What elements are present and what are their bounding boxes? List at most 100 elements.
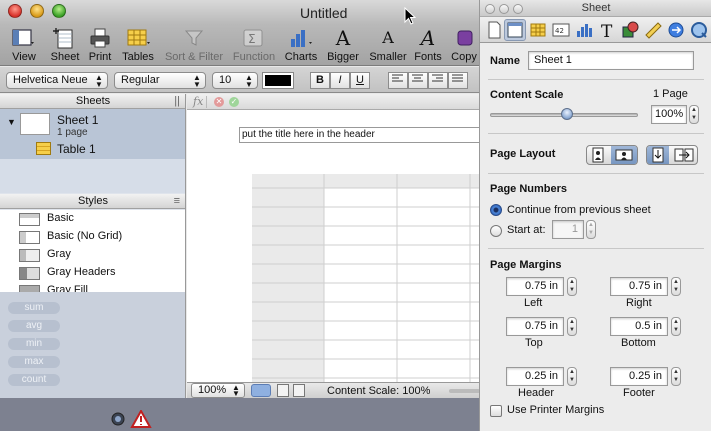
- function-button[interactable]: Σ Function: [230, 24, 278, 66]
- print-button[interactable]: Print: [86, 24, 114, 66]
- max-function[interactable]: max: [8, 356, 60, 368]
- landscape-orientation-button[interactable]: [611, 146, 637, 164]
- margin-right-field[interactable]: 0.75 in: [610, 277, 668, 296]
- margin-bottom-field[interactable]: 0.5 in: [610, 317, 668, 336]
- sheet-name-field[interactable]: Sheet 1: [528, 51, 694, 70]
- popup-arrows-icon: ▲ ▼: [95, 73, 103, 89]
- cell-format-icon: 42: [552, 23, 570, 37]
- margin-header-field[interactable]: 0.25 in: [506, 367, 564, 386]
- use-printer-margins-checkbox[interactable]: [490, 405, 502, 417]
- sheet-button[interactable]: Sheet: [48, 24, 82, 66]
- align-left-button[interactable]: [388, 72, 408, 89]
- bold-button[interactable]: B: [310, 72, 330, 89]
- tab-chart[interactable]: [573, 19, 595, 41]
- align-left-icon: [392, 74, 403, 82]
- font-family-popup[interactable]: Helvetica Neue ▲ ▼: [6, 72, 108, 89]
- tab-metrics[interactable]: [642, 19, 664, 41]
- bigger-button[interactable]: A Bigger: [324, 24, 362, 66]
- left-to-right-button[interactable]: [671, 146, 697, 164]
- tab-cells[interactable]: 42: [550, 19, 572, 41]
- style-item[interactable]: Basic (No Grid): [0, 228, 185, 246]
- align-right-button[interactable]: [428, 72, 448, 89]
- styles-menu-icon[interactable]: ≡: [174, 194, 180, 208]
- formula-bar[interactable]: fx ✕ ✓: [187, 94, 479, 110]
- tab-document[interactable]: [483, 19, 505, 41]
- accept-formula-icon[interactable]: ✓: [229, 97, 239, 107]
- view-button[interactable]: View: [6, 24, 42, 66]
- style-item[interactable]: Gray: [0, 246, 185, 264]
- top-to-bottom-button[interactable]: [647, 146, 669, 164]
- margin-right-stepper[interactable]: ▲ ▼: [671, 277, 681, 296]
- svg-text:T: T: [601, 22, 613, 41]
- content-scale-status: Content Scale: 100%: [327, 385, 431, 397]
- zoom-popup[interactable]: 100% ▲ ▼: [191, 383, 245, 398]
- sheet-item[interactable]: ▼ Sheet 1 1 page Table 1: [0, 109, 185, 159]
- margin-top-stepper[interactable]: ▲ ▼: [567, 317, 577, 336]
- content-scale-stepper[interactable]: ▲ ▼: [689, 105, 699, 124]
- portrait-view-icon[interactable]: [277, 384, 289, 397]
- start-at-radio[interactable]: [490, 225, 502, 237]
- continue-numbering-radio[interactable]: [490, 204, 502, 216]
- tables-button[interactable]: Tables: [119, 24, 157, 66]
- tab-text[interactable]: T: [596, 19, 618, 42]
- inspector-title: Sheet: [581, 2, 611, 14]
- tab-hyperlink[interactable]: [665, 19, 687, 41]
- table-grid[interactable]: [252, 174, 480, 382]
- style-item[interactable]: Gray Headers: [0, 264, 185, 282]
- separator: [488, 79, 704, 80]
- style-item[interactable]: Gray Fill: [0, 282, 185, 292]
- content-scale-field[interactable]: 100%: [651, 105, 687, 124]
- margin-left-stepper[interactable]: ▲ ▼: [567, 277, 577, 296]
- margin-footer-field[interactable]: 0.25 in: [610, 367, 668, 386]
- style-basic-icon: [19, 213, 40, 226]
- tab-table[interactable]: [527, 19, 549, 41]
- splitter-icon[interactable]: ||: [174, 94, 180, 108]
- style-gray-fill-icon: [19, 285, 40, 292]
- fonts-button[interactable]: A Fonts: [412, 24, 444, 66]
- content-scale-slider[interactable]: [449, 389, 479, 393]
- page-header-field[interactable]: put the title here in the header: [239, 127, 479, 143]
- page-view-icon[interactable]: [251, 384, 271, 397]
- font-size-popup[interactable]: 10 ▲ ▼: [212, 72, 258, 89]
- margin-bottom-stepper[interactable]: ▲ ▼: [671, 317, 681, 336]
- close-button[interactable]: [8, 4, 22, 18]
- style-gray-headers-icon: [19, 267, 40, 280]
- smaller-button[interactable]: A Smaller: [366, 24, 410, 66]
- view-icon: [12, 29, 34, 46]
- margin-left-field[interactable]: 0.75 in: [506, 277, 564, 296]
- landscape-view-icon[interactable]: [293, 384, 305, 397]
- tab-quicktime[interactable]: [688, 19, 710, 41]
- table-item[interactable]: Table 1: [0, 140, 185, 158]
- cancel-formula-icon[interactable]: ✕: [214, 97, 224, 107]
- text-color-well[interactable]: [262, 72, 294, 89]
- start-at-stepper[interactable]: ▲ ▼: [586, 220, 596, 239]
- zoom-button[interactable]: [52, 4, 66, 18]
- minimize-button[interactable]: [30, 4, 44, 18]
- start-at-field[interactable]: 1: [552, 220, 584, 239]
- min-function[interactable]: min: [8, 338, 60, 350]
- avg-function[interactable]: avg: [8, 320, 60, 332]
- sum-function[interactable]: sum: [8, 302, 60, 314]
- charts-button[interactable]: Charts: [282, 24, 320, 66]
- inspector-title-bar[interactable]: Sheet: [480, 0, 711, 17]
- copy-style-button[interactable]: Copy: [448, 24, 479, 66]
- align-center-button[interactable]: [408, 72, 428, 89]
- portrait-orientation-button[interactable]: [587, 146, 609, 164]
- name-label: Name: [490, 55, 520, 67]
- content-scale-slider-knob[interactable]: [560, 108, 573, 120]
- align-justify-button[interactable]: [448, 72, 468, 89]
- italic-button[interactable]: I: [330, 72, 350, 89]
- margin-footer-stepper[interactable]: ▲ ▼: [671, 367, 681, 386]
- window-title: Untitled: [300, 5, 348, 21]
- count-function[interactable]: count: [8, 374, 60, 386]
- style-item[interactable]: Basic: [0, 210, 185, 228]
- tab-sheet[interactable]: [504, 19, 526, 41]
- margin-header-stepper[interactable]: ▲ ▼: [567, 367, 577, 386]
- tab-graphic[interactable]: [619, 19, 641, 41]
- table-icon: [36, 142, 51, 155]
- disclosure-triangle-icon[interactable]: ▼: [7, 117, 16, 127]
- underline-button[interactable]: U: [350, 72, 370, 89]
- margin-top-field[interactable]: 0.75 in: [506, 317, 564, 336]
- font-style-popup[interactable]: Regular ▲ ▼: [114, 72, 206, 89]
- sort-filter-button[interactable]: Sort & Filter: [162, 24, 226, 66]
